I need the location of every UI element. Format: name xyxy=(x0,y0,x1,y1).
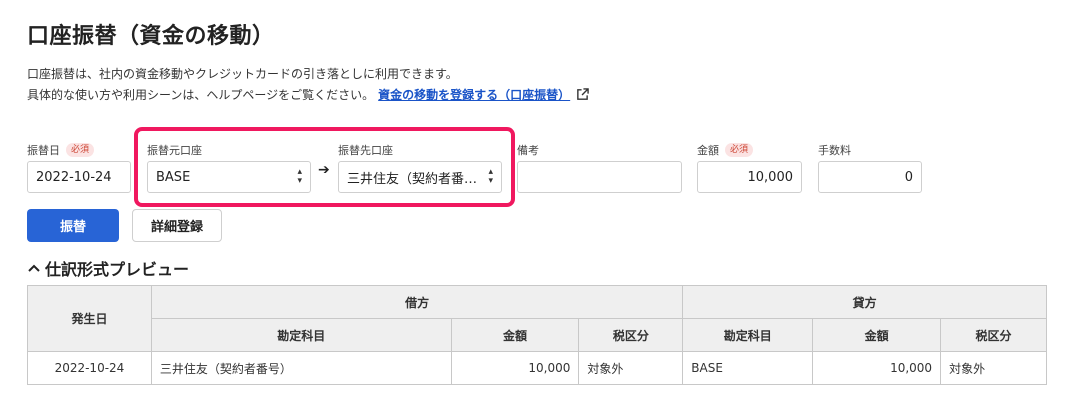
header-credit-tax: 税区分 xyxy=(940,318,1047,352)
help-link[interactable]: 資金の移動を登録する（口座振替） xyxy=(378,86,570,103)
row-debit-account: 三井住友（契約者番号） xyxy=(150,351,452,385)
description-text: 具体的な使い方や利用シーンは、ヘルプページをご覧ください。 xyxy=(27,88,375,102)
header-debit-amount: 金額 xyxy=(450,318,580,352)
header-credit-amount: 金額 xyxy=(812,318,942,352)
memo-label: 備考 xyxy=(517,144,539,157)
date-label: 振替日 必須 xyxy=(27,142,95,158)
header-debit-tax: 税区分 xyxy=(578,318,684,352)
required-badge: 必須 xyxy=(725,143,754,157)
header-debit: 借方 xyxy=(150,285,684,319)
amount-label-text: 金額 xyxy=(697,144,719,157)
page-title: 口座振替（資金の移動） xyxy=(27,24,275,49)
row-credit-account: BASE xyxy=(682,351,814,385)
external-link-icon[interactable] xyxy=(576,88,589,101)
date-input[interactable]: 2022-10-24 xyxy=(27,161,131,193)
journal-preview-table: 発生日 借方 貸方 勘定科目 金額 税区分 勘定科目 金額 税区分 2022-1… xyxy=(27,285,1047,385)
header-date: 発生日 xyxy=(27,285,152,352)
transfer-button[interactable]: 振替 xyxy=(27,209,119,242)
preview-title: 仕訳形式プレビュー xyxy=(45,260,190,279)
table-row: 2022-10-24 三井住友（契約者番号） 10,000 対象外 BASE 1… xyxy=(27,351,1047,385)
header-credit-account: 勘定科目 xyxy=(682,318,814,352)
amount-input[interactable]: 10,000 xyxy=(697,161,802,193)
row-credit-tax: 対象外 xyxy=(940,351,1047,385)
highlight-box xyxy=(134,127,515,207)
chevron-up-icon xyxy=(28,264,40,272)
header-debit-account: 勘定科目 xyxy=(150,318,452,352)
memo-input[interactable] xyxy=(517,161,682,193)
preview-toggle[interactable]: 仕訳形式プレビュー xyxy=(27,256,189,280)
row-date: 2022-10-24 xyxy=(27,351,152,385)
detail-register-button[interactable]: 詳細登録 xyxy=(132,209,222,242)
row-credit-amount: 10,000 xyxy=(812,351,942,385)
row-debit-amount: 10,000 xyxy=(450,351,580,385)
amount-label: 金額 必須 xyxy=(697,142,754,158)
description-line-2: 具体的な使い方や利用シーンは、ヘルプページをご覧ください。 資金の移動を登録する… xyxy=(27,86,589,103)
fee-input[interactable]: 0 xyxy=(818,161,922,193)
description-line-1: 口座振替は、社内の資金移動やクレジットカードの引き落としに利用できます。 xyxy=(27,67,458,81)
required-badge: 必須 xyxy=(66,143,95,157)
date-label-text: 振替日 xyxy=(27,144,60,157)
fee-label: 手数料 xyxy=(818,144,851,157)
row-debit-tax: 対象外 xyxy=(578,351,684,385)
header-credit: 貸方 xyxy=(682,285,1047,319)
